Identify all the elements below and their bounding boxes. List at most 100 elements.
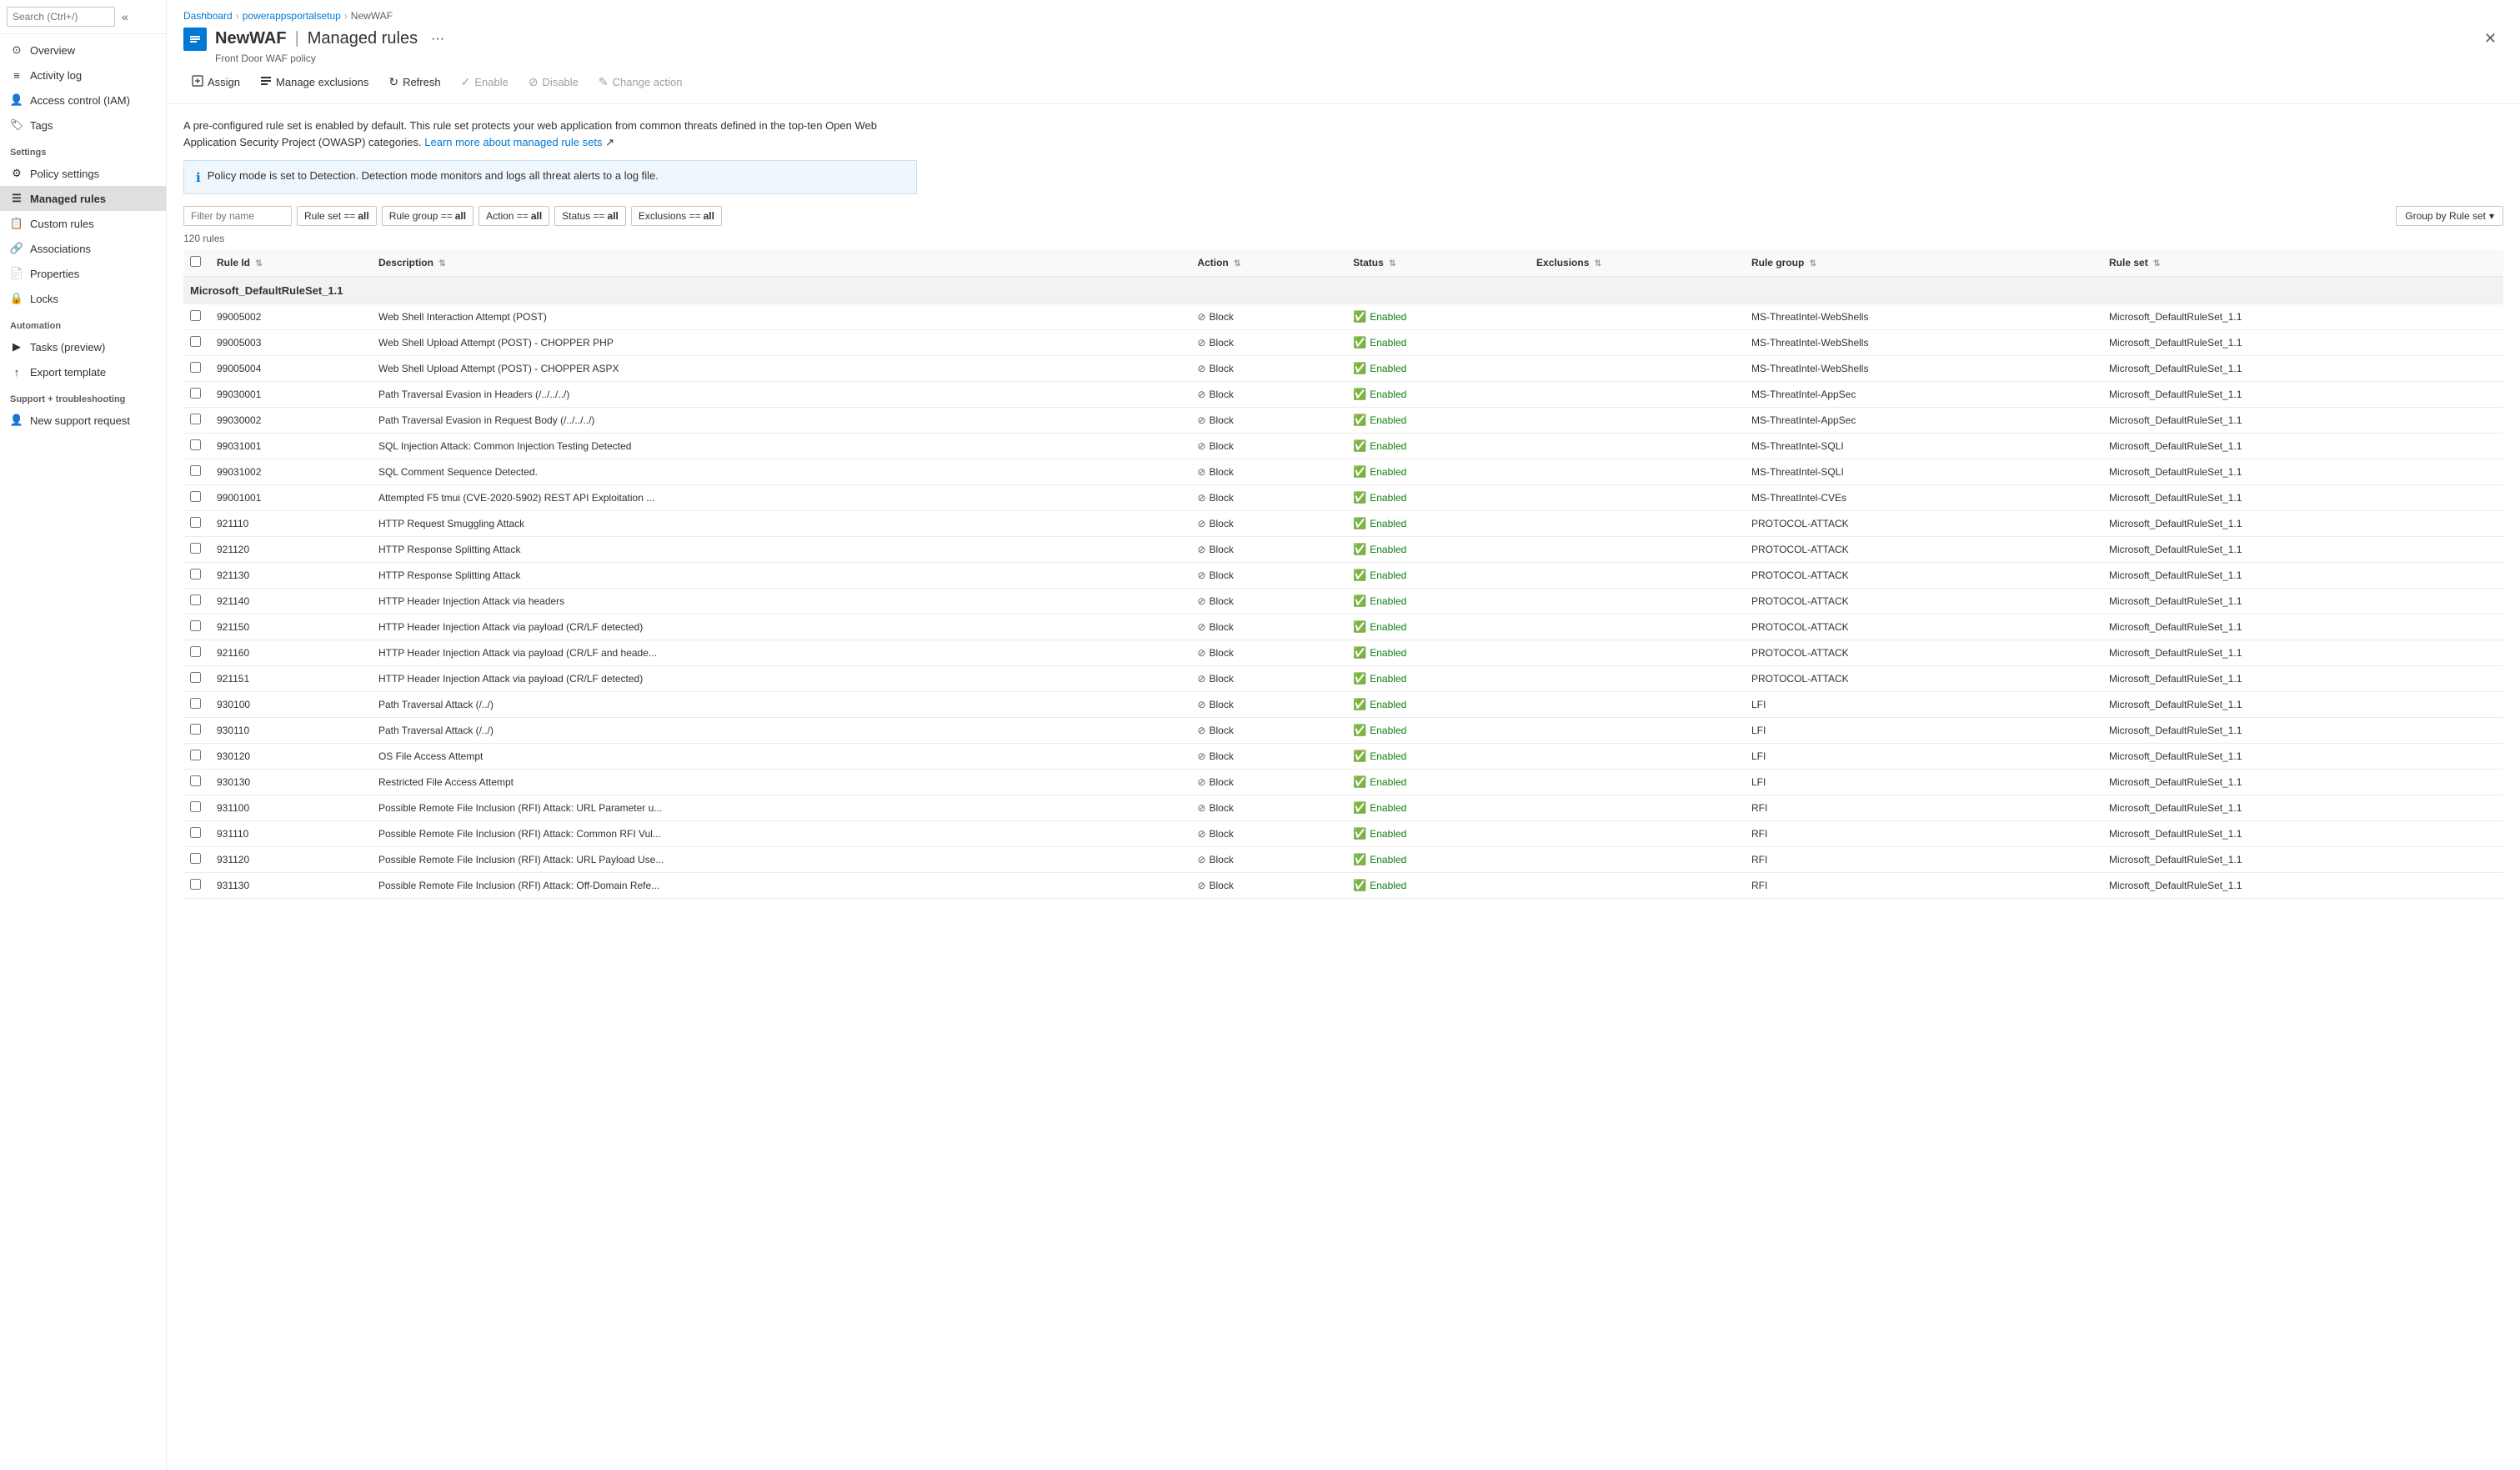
sidebar-item-tasks[interactable]: ▶ Tasks (preview) [0,334,166,359]
enable-button[interactable]: ✓ Enable [453,71,517,93]
table-row[interactable]: 931110 Possible Remote File Inclusion (R… [183,821,2503,847]
learn-more-link[interactable]: Learn more about managed rule sets [424,136,602,148]
sidebar-item-export-template[interactable]: ↑ Export template [0,359,166,384]
row-checkbox[interactable] [190,465,201,476]
table-row[interactable]: 921120 HTTP Response Splitting Attack ⊘ … [183,537,2503,563]
row-checkbox-cell[interactable] [183,304,210,330]
more-options-button[interactable]: ··· [426,30,449,48]
table-row[interactable]: 99031002 SQL Comment Sequence Detected. … [183,459,2503,485]
row-checkbox[interactable] [190,672,201,683]
table-row[interactable]: 99005003 Web Shell Upload Attempt (POST)… [183,330,2503,356]
row-checkbox-cell[interactable] [183,459,210,485]
exclusions-filter-button[interactable]: Exclusions == all [631,206,722,226]
rule-group-header[interactable]: Rule group ⇅ [1745,249,2102,277]
row-checkbox[interactable] [190,595,201,605]
sidebar-item-policy-settings[interactable]: ⚙ Policy settings [0,161,166,186]
row-checkbox-cell[interactable] [183,434,210,459]
row-checkbox[interactable] [190,646,201,657]
row-checkbox-cell[interactable] [183,873,210,899]
row-checkbox[interactable] [190,543,201,554]
row-checkbox[interactable] [190,724,201,735]
row-checkbox[interactable] [190,620,201,631]
sidebar-item-managed-rules[interactable]: ☰ Managed rules [0,186,166,211]
row-checkbox[interactable] [190,569,201,579]
table-row[interactable]: 99030001 Path Traversal Evasion in Heade… [183,382,2503,408]
rule-id-header[interactable]: Rule Id ⇅ [210,249,372,277]
row-checkbox-cell[interactable] [183,718,210,744]
row-checkbox-cell[interactable] [183,330,210,356]
row-checkbox-cell[interactable] [183,692,210,718]
row-checkbox[interactable] [190,388,201,399]
rule-set-filter-button[interactable]: Rule set == all [297,206,377,226]
refresh-button[interactable]: ↻ Refresh [380,71,448,93]
manage-exclusions-button[interactable]: Manage exclusions [252,71,377,93]
row-checkbox-cell[interactable] [183,744,210,770]
row-checkbox[interactable] [190,853,201,864]
sidebar-item-tags[interactable]: 🏷 Tags [0,113,166,138]
row-checkbox[interactable] [190,517,201,528]
sidebar-item-custom-rules[interactable]: 📋 Custom rules [0,211,166,236]
table-row[interactable]: 931100 Possible Remote File Inclusion (R… [183,795,2503,821]
table-row[interactable]: 931130 Possible Remote File Inclusion (R… [183,873,2503,899]
description-header[interactable]: Description ⇅ [372,249,1190,277]
row-checkbox-cell[interactable] [183,485,210,511]
table-row[interactable]: 930110 Path Traversal Attack (/../) ⊘ Bl… [183,718,2503,744]
table-row[interactable]: 921140 HTTP Header Injection Attack via … [183,589,2503,615]
row-checkbox-cell[interactable] [183,795,210,821]
sidebar-item-new-support[interactable]: 👤 New support request [0,408,166,433]
row-checkbox-cell[interactable] [183,589,210,615]
table-row[interactable]: 921130 HTTP Response Splitting Attack ⊘ … [183,563,2503,589]
row-checkbox-cell[interactable] [183,821,210,847]
group-by-button[interactable]: Group by Rule set ▾ [2396,206,2503,226]
row-checkbox-cell[interactable] [183,382,210,408]
row-checkbox[interactable] [190,775,201,786]
row-checkbox[interactable] [190,336,201,347]
search-input[interactable] [7,7,115,27]
sidebar-item-access-control[interactable]: 👤 Access control (IAM) [0,88,166,113]
row-checkbox[interactable] [190,439,201,450]
status-header[interactable]: Status ⇅ [1346,249,1530,277]
table-row[interactable]: 99005004 Web Shell Upload Attempt (POST)… [183,356,2503,382]
table-row[interactable]: 99005002 Web Shell Interaction Attempt (… [183,304,2503,330]
table-row[interactable]: 930100 Path Traversal Attack (/../) ⊘ Bl… [183,692,2503,718]
action-filter-button[interactable]: Action == all [478,206,549,226]
breadcrumb-dashboard[interactable]: Dashboard [183,10,233,22]
row-checkbox[interactable] [190,698,201,709]
sidebar-collapse-button[interactable]: « [118,8,132,25]
row-checkbox-cell[interactable] [183,615,210,640]
select-all-header[interactable] [183,249,210,277]
row-checkbox[interactable] [190,750,201,760]
exclusions-header[interactable]: Exclusions ⇅ [1530,249,1745,277]
row-checkbox[interactable] [190,491,201,502]
select-all-checkbox[interactable] [190,256,201,267]
row-checkbox[interactable] [190,879,201,890]
row-checkbox-cell[interactable] [183,563,210,589]
table-row[interactable]: 930130 Restricted File Access Attempt ⊘ … [183,770,2503,795]
sidebar-item-properties[interactable]: 📄 Properties [0,261,166,286]
table-row[interactable]: 921110 HTTP Request Smuggling Attack ⊘ B… [183,511,2503,537]
row-checkbox-cell[interactable] [183,511,210,537]
sidebar-item-overview[interactable]: ⊙ Overview [0,38,166,63]
row-checkbox-cell[interactable] [183,847,210,873]
close-button[interactable]: ✕ [2477,27,2503,51]
row-checkbox[interactable] [190,362,201,373]
table-row[interactable]: 921160 HTTP Header Injection Attack via … [183,640,2503,666]
row-checkbox-cell[interactable] [183,408,210,434]
disable-button[interactable]: ⊘ Disable [520,71,587,93]
status-filter-button[interactable]: Status == all [554,206,626,226]
filter-by-name-input[interactable] [183,206,292,226]
table-row[interactable]: 930120 OS File Access Attempt ⊘ Block ✅ … [183,744,2503,770]
table-row[interactable]: 931120 Possible Remote File Inclusion (R… [183,847,2503,873]
row-checkbox-cell[interactable] [183,640,210,666]
sidebar-item-associations[interactable]: 🔗 Associations [0,236,166,261]
rule-group-filter-button[interactable]: Rule group == all [382,206,473,226]
row-checkbox[interactable] [190,801,201,812]
row-checkbox[interactable] [190,827,201,838]
table-row[interactable]: 99031001 SQL Injection Attack: Common In… [183,434,2503,459]
row-checkbox-cell[interactable] [183,356,210,382]
row-checkbox-cell[interactable] [183,537,210,563]
table-row[interactable]: 921151 HTTP Header Injection Attack via … [183,666,2503,692]
change-action-button[interactable]: ✎ Change action [590,71,691,93]
assign-button[interactable]: Assign [183,71,248,93]
breadcrumb-portal[interactable]: powerappsportalsetup [243,10,341,22]
